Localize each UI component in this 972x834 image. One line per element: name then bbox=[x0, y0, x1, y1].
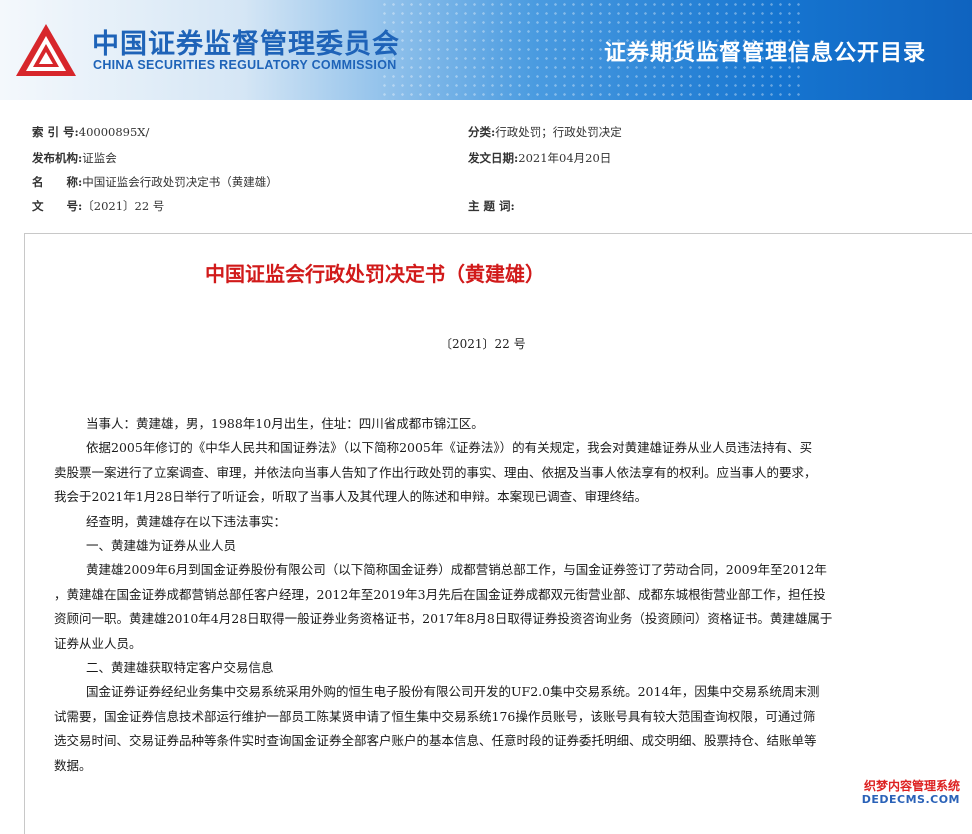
meta-name: 名 称:中国证监会行政处罚决定书（黄建雄） bbox=[32, 174, 278, 190]
document-body: 当事人：黄建雄，男，1988年10月出生，住址：四川省成都市锦江区。 依据200… bbox=[54, 412, 916, 778]
header-banner: 中国证券监督管理委员会 CHINA SECURITIES REGULATORY … bbox=[0, 0, 972, 100]
meta-date: 发文日期:2021年04月20日 bbox=[468, 150, 611, 166]
meta-doc-no-label: 文 号: bbox=[32, 199, 83, 213]
meta-date-value: 2021年04月20日 bbox=[518, 151, 612, 165]
paragraph-employment-line-2: ，黄建雄在国金证券成都营销总部任客户经理，2012年至2019年3月先后在国金证… bbox=[54, 586, 826, 602]
document-metadata: 索 引 号:40000895X/ 分类:行政处罚；行政处罚决定 发布机构:证监会… bbox=[0, 100, 972, 232]
meta-index-value: 40000895X/ bbox=[78, 125, 150, 139]
meta-name-value: 中国证监会行政处罚决定书（黄建雄） bbox=[82, 175, 278, 189]
meta-subject-label: 主 题 词: bbox=[468, 199, 515, 213]
section-heading-2: 二、黄建雄获取特定客户交易信息 bbox=[86, 660, 274, 676]
paragraph-system-line-3: 选交易时间、交易证券品种等条件实时查询国金证券全部客户账户的基本信息、任意时段的… bbox=[54, 733, 817, 749]
meta-index-label: 索 引 号: bbox=[32, 125, 79, 139]
directory-title: 证券期货监督管理信息公开目录 bbox=[603, 41, 926, 66]
meta-index: 索 引 号:40000895X/ bbox=[32, 124, 149, 140]
paragraph-employment-line-3: 资顾问一职。黄建雄2010年4月28日取得一般证券业务资格证书，2017年8月8… bbox=[54, 611, 833, 627]
meta-doc-no: 文 号:〔2021〕22 号 bbox=[32, 198, 164, 214]
paragraph-system-line-1: 国金证券证券经纪业务集中交易系统采用外购的恒生电子股份有限公司开发的UF2.0集… bbox=[86, 684, 820, 700]
document-number: 〔2021〕22 号 bbox=[440, 337, 526, 351]
meta-category-value: 行政处罚；行政处罚决定 bbox=[495, 125, 622, 139]
paragraph-basis-line-1: 依据2005年修订的《中华人民共和国证券法》（以下简称2005年《证券法》）的有… bbox=[86, 440, 813, 456]
meta-category: 分类:行政处罚；行政处罚决定 bbox=[468, 124, 622, 140]
org-name-en: CHINA SECURITIES REGULATORY COMMISSION bbox=[93, 58, 397, 72]
csrc-logo-icon bbox=[16, 24, 76, 76]
paragraph-employment-line-4: 证券从业人员。 bbox=[54, 635, 142, 651]
watermark-line-1: 织梦内容管理系统 bbox=[863, 779, 960, 793]
meta-name-label: 名 称: bbox=[32, 175, 83, 189]
paragraph-system-line-4: 数据。 bbox=[54, 757, 92, 773]
paragraph-system-line-2: 试需要，国金证券信息技术部运行维护一部员工陈某贤申请了恒生集中交易系统176操作… bbox=[54, 708, 816, 724]
paragraph-findings-intro: 经查明，黄建雄存在以下违法事实： bbox=[86, 513, 287, 529]
meta-issuer-label: 发布机构: bbox=[32, 151, 83, 165]
org-name-cn: 中国证券监督管理委员会 bbox=[92, 29, 400, 60]
meta-subject: 主 题 词: bbox=[468, 198, 515, 214]
paragraph-employment-line-1: 黄建雄2009年6月到国金证券股份有限公司（以下简称国金证券）成都营销总部工作，… bbox=[86, 562, 827, 578]
paragraph-basis-line-3: 我会于2021年1月28日举行了听证会，听取了当事人及其代理人的陈述和申辩。本案… bbox=[54, 489, 648, 505]
meta-issuer-value: 证监会 bbox=[82, 151, 117, 165]
meta-date-label: 发文日期: bbox=[468, 151, 519, 165]
meta-issuer: 发布机构:证监会 bbox=[32, 150, 117, 166]
meta-doc-no-value: 〔2021〕22 号 bbox=[82, 199, 165, 213]
section-heading-1: 一、黄建雄为证券从业人员 bbox=[86, 538, 237, 554]
paragraph-party: 当事人：黄建雄，男，1988年10月出生，住址：四川省成都市锦江区。 bbox=[86, 416, 484, 431]
paragraph-basis-line-2: 卖股票一案进行了立案调查、审理，并依法向当事人告知了作出行政处罚的事实、理由、依… bbox=[54, 464, 817, 480]
meta-category-label: 分类: bbox=[468, 125, 496, 139]
document-title: 中国证监会行政处罚决定书（黄建雄） bbox=[205, 262, 545, 286]
watermark: 织梦内容管理系统 DEDECMS.COM bbox=[862, 779, 960, 807]
watermark-line-2: DEDECMS.COM bbox=[861, 793, 960, 806]
